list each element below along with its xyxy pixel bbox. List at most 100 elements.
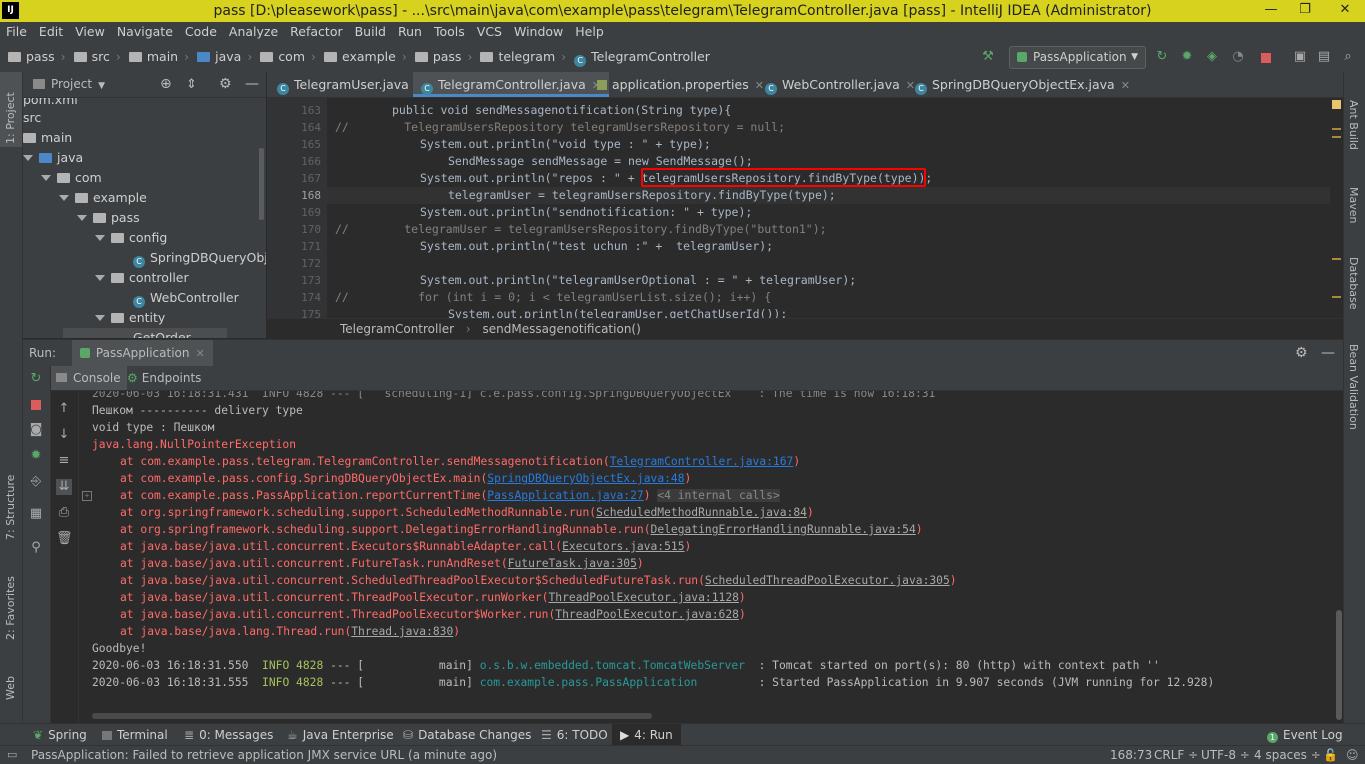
minimize-button[interactable]: — — [1255, 0, 1287, 22]
tool-maven-label[interactable]: Maven — [1347, 187, 1360, 223]
menu-view[interactable]: View — [69, 22, 111, 42]
tool-terminal[interactable]: Terminal — [102, 724, 168, 746]
tab-telegramuser[interactable]: CTelegramUser.java✕ — [269, 72, 432, 97]
menu-window[interactable]: Window — [508, 22, 569, 42]
stop-icon[interactable] — [31, 400, 41, 410]
coverage-shield-icon[interactable]: ◈ — [1204, 49, 1220, 65]
source-link[interactable]: TelegramController.java:167 — [610, 455, 794, 468]
warning-marker-icon[interactable] — [1332, 100, 1341, 109]
endpoints-tab[interactable]: ⚙ Endpoints — [123, 366, 205, 390]
breadcrumb-pass[interactable]: pass › — [8, 42, 66, 72]
expand-arrow-icon[interactable] — [95, 275, 105, 281]
source-link[interactable]: Thread.java:830 — [351, 625, 453, 638]
console-tab[interactable]: Console — [50, 366, 127, 390]
chevron-down-icon[interactable]: ▼ — [98, 81, 105, 91]
breadcrumb-example[interactable]: example › — [324, 42, 407, 72]
tree-node-config[interactable]: config — [95, 228, 167, 248]
source-link[interactable]: DelegatingErrorHandlingRunnable.java:54 — [651, 523, 916, 536]
breadcrumb-telegram[interactable]: telegram › — [480, 42, 566, 72]
project-scrollbar[interactable] — [259, 148, 264, 220]
gear-icon[interactable]: ⚙ — [219, 72, 232, 97]
source-link[interactable]: FutureTask.java:305 — [508, 557, 637, 570]
stop-icon[interactable] — [1261, 53, 1271, 63]
lock-icon[interactable]: 🔓 — [1323, 746, 1338, 764]
tree-node-com[interactable]: com — [41, 168, 102, 188]
source-link[interactable]: ScheduledMethodRunnable.java:84 — [596, 506, 807, 519]
build-hammer-icon[interactable]: ⚒ — [980, 49, 996, 65]
trash-icon[interactable]: 🗑 — [56, 531, 73, 547]
gear-icon[interactable]: ⚙ — [1295, 340, 1308, 366]
menu-tools[interactable]: Tools — [428, 22, 471, 42]
breadcrumb-main[interactable]: main › — [128, 42, 189, 72]
source-link[interactable]: Executors.java:515 — [562, 540, 684, 553]
source-link[interactable]: ThreadPoolExecutor.java:1128 — [548, 591, 738, 604]
tree-node-controller[interactable]: controller — [95, 268, 189, 288]
restore-button[interactable]: ❐ — [1289, 0, 1321, 22]
expand-arrow-icon[interactable] — [95, 235, 105, 241]
run-config-dropdown[interactable]: PassApplication ▼ — [1009, 46, 1146, 69]
tab-telegramcontroller[interactable]: CTelegramController.java✕ — [413, 72, 609, 97]
menu-help[interactable]: Help — [569, 22, 610, 42]
tool-messages[interactable]: ≣ 0: Messages — [184, 724, 273, 746]
source-link[interactable]: ScheduledThreadPoolExecutor.java:305 — [705, 574, 950, 587]
breadcrumb-pass2[interactable]: pass › — [414, 42, 472, 72]
tool-database-label[interactable]: Database — [1347, 257, 1360, 310]
tool-spring[interactable]: ❦ Spring — [33, 724, 87, 746]
run-config-tab[interactable]: PassApplication ✕ — [71, 340, 213, 367]
tab-application-properties[interactable]: application.properties ✕ — [589, 72, 772, 97]
breadcrumb-telegramcontroller[interactable]: C TelegramController — [574, 42, 710, 72]
source-link[interactable]: ThreadPoolExecutor.java:628 — [555, 608, 739, 621]
tool-web-label[interactable]: Web — [4, 676, 17, 700]
menu-file[interactable]: File — [0, 22, 33, 42]
menu-navigate[interactable]: Navigate — [111, 22, 179, 42]
collapse-icon[interactable]: ⇕ — [186, 72, 197, 97]
source-link[interactable]: PassApplication.java:27 — [487, 489, 643, 502]
internal-calls-fold[interactable]: <4 internal calls> — [657, 489, 780, 502]
tool-project-label[interactable]: 1: Project — [4, 92, 17, 144]
editor-scrollbar[interactable] — [1330, 98, 1343, 318]
expand-arrow-icon[interactable] — [23, 155, 33, 161]
breadcrumb-com[interactable]: com › — [260, 42, 316, 72]
expand-arrow-icon[interactable] — [41, 175, 51, 181]
editor-breadcrumb-method[interactable]: sendMessagenotification() — [482, 322, 640, 336]
code-editor[interactable]: 163 164 165 166 167 168 169 170 171 172 … — [267, 98, 1330, 318]
tree-node-springdbqueryobjectex[interactable]: C SpringDBQueryObjectEx — [133, 248, 266, 268]
soft-wrap-icon[interactable]: ≡ — [56, 453, 72, 469]
camera-icon[interactable]: ◙ — [28, 422, 44, 438]
inspector-icon[interactable]: ☺ — [1346, 746, 1359, 764]
debug-bug-icon[interactable]: ✹ — [1179, 49, 1195, 65]
layout-icon[interactable]: ▤ — [1316, 49, 1332, 65]
project-structure-icon[interactable]: ▣ — [1292, 49, 1308, 65]
toggle-panels-icon[interactable]: ▭ — [7, 746, 19, 764]
arrow-down-icon[interactable]: ↓ — [56, 427, 72, 443]
tree-node-java[interactable]: java — [23, 148, 83, 168]
breadcrumb-java[interactable]: java › — [197, 42, 252, 72]
layout-icon[interactable]: ▦ — [28, 506, 44, 522]
tree-node-example[interactable]: example — [59, 188, 147, 208]
expand-fold-icon[interactable]: + — [82, 491, 92, 501]
debug-bug-icon[interactable]: ✹ — [28, 448, 44, 464]
pin-icon[interactable]: ⚲ — [28, 540, 44, 556]
line-separator[interactable]: CRLF ÷ — [1154, 746, 1198, 764]
close-icon[interactable]: ✕ — [1121, 79, 1130, 92]
tab-springdbqueryobjectex[interactable]: C SpringDBQueryObjectEx.java ✕ — [907, 72, 1138, 97]
arrow-up-icon[interactable]: ↑ — [56, 401, 72, 417]
menu-refactor[interactable]: Refactor — [284, 22, 348, 42]
editor-breadcrumb-class[interactable]: TelegramController — [340, 322, 454, 336]
expand-arrow-icon[interactable] — [77, 215, 87, 221]
rerun-icon[interactable]: ↻ — [1154, 49, 1170, 65]
tree-node-pass[interactable]: pass — [77, 208, 140, 228]
close-button[interactable]: ✕ — [1325, 0, 1365, 22]
tree-node-entity[interactable]: entity — [95, 308, 165, 328]
status-message[interactable]: PassApplication: Failed to retrieve appl… — [31, 746, 497, 764]
indent-setting[interactable]: 4 spaces ÷ — [1254, 746, 1321, 764]
source-link[interactable]: SpringDBQueryObjectEx.java:48 — [487, 472, 684, 485]
file-encoding[interactable]: UTF-8 ÷ — [1201, 746, 1250, 764]
tool-run[interactable]: ▶ 4: Run — [612, 724, 681, 746]
tool-event-log[interactable]: 1 Event Log — [1267, 724, 1343, 746]
console-output[interactable]: 2020-06-03 16:18:31.431 INFO 4828 --- [ … — [79, 391, 1334, 723]
locate-icon[interactable]: ⊕ — [160, 72, 172, 97]
console-scrollbar-thumb[interactable] — [1336, 610, 1342, 720]
tab-webcontroller[interactable]: C WebController.java ✕ — [757, 72, 923, 97]
tree-node-src[interactable]: src — [23, 108, 41, 128]
